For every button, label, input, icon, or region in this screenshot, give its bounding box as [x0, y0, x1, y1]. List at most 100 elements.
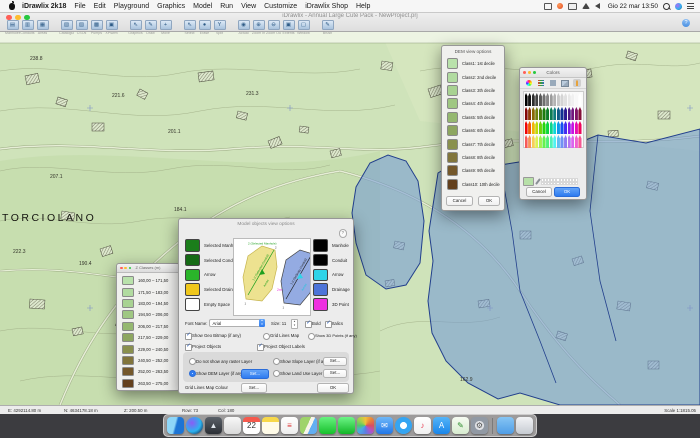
dock-icon-messages[interactable]: [319, 417, 336, 434]
pencil-swatch[interactable]: [525, 93, 528, 106]
toolbar-erase[interactable]: ●Erase: [197, 20, 212, 35]
pencil-swatch[interactable]: [568, 121, 571, 134]
pencil-swatch[interactable]: [539, 121, 542, 134]
pencil-swatch[interactable]: [557, 93, 560, 106]
legend-swatch[interactable]: [122, 379, 134, 388]
pencil-swatch[interactable]: [568, 135, 571, 148]
pencil-swatch[interactable]: [560, 121, 563, 134]
dem-layer-set-button[interactable]: Set...: [241, 369, 269, 379]
app-status-icon[interactable]: [557, 3, 563, 9]
dock-icon-downloads-folder[interactable]: [497, 417, 514, 434]
toolbar-graphics[interactable]: ⇖Graphics: [128, 20, 143, 35]
pencil-swatch[interactable]: [560, 135, 563, 148]
menu-item-model[interactable]: Model: [193, 3, 212, 10]
legend-swatch[interactable]: [122, 356, 134, 365]
colors-title-bar[interactable]: Colors: [520, 68, 586, 78]
pencil-swatch[interactable]: [532, 121, 535, 134]
pencil-swatch[interactable]: [560, 107, 563, 120]
pencil-swatch[interactable]: [542, 107, 545, 120]
pencil-swatch[interactable]: [578, 135, 581, 148]
dem-class-swatch[interactable]: [447, 152, 458, 163]
pencil-swatch[interactable]: [553, 107, 556, 120]
legend-swatch[interactable]: [122, 299, 134, 308]
pencil-swatch[interactable]: [550, 135, 553, 148]
3d-point-swatch[interactable]: [313, 298, 328, 311]
pencil-swatch[interactable]: [564, 135, 567, 148]
pencil-swatch[interactable]: [550, 93, 553, 106]
image-palettes-icon[interactable]: [561, 79, 569, 87]
empty-space-swatch[interactable]: [185, 298, 200, 311]
dem-cancel-button[interactable]: Cancel: [446, 196, 473, 206]
slope-layer-radio[interactable]: [273, 358, 280, 365]
dem-class-swatch[interactable]: [447, 58, 458, 69]
dem-class-swatch[interactable]: [447, 139, 458, 150]
pencil-swatch[interactable]: [546, 121, 549, 134]
close-icon[interactable]: [120, 267, 123, 270]
dem-class-swatch[interactable]: [447, 112, 458, 123]
pencil-swatch[interactable]: [546, 93, 549, 106]
menu-item-customize[interactable]: Customize: [264, 3, 297, 10]
display-icon[interactable]: [568, 3, 577, 10]
pencil-swatch[interactable]: [557, 107, 560, 120]
dock-icon-music[interactable]: ♪: [414, 417, 431, 434]
dem-class-swatch[interactable]: [447, 179, 458, 190]
saved-swatch-cell[interactable]: [575, 182, 578, 185]
toolbar-select[interactable]: ⇖Select: [182, 20, 197, 35]
eyedropper-icon[interactable]: [535, 178, 541, 185]
pencil-swatch[interactable]: [525, 107, 528, 120]
menu-clock[interactable]: Gio 22 mar 13:50: [608, 3, 658, 10]
dem-class-swatch[interactable]: [447, 125, 458, 136]
pencil-swatch[interactable]: [535, 135, 538, 148]
pencil-swatch[interactable]: [542, 121, 545, 134]
landuse-set-button[interactable]: Set...: [323, 369, 347, 378]
pencil-swatch[interactable]: [564, 121, 567, 134]
colors-ok-button[interactable]: OK: [554, 187, 580, 197]
pencil-swatch[interactable]: [525, 121, 528, 134]
toolbar-catalogue[interactable]: ▧Catalogue: [59, 20, 74, 35]
dock-icon-app-store[interactable]: A: [433, 417, 450, 434]
menu-item-playground[interactable]: Playground: [114, 3, 149, 10]
pencil-swatch[interactable]: [578, 121, 581, 134]
slope-set-button[interactable]: Set...: [323, 357, 347, 366]
pencil-swatch[interactable]: [535, 121, 538, 134]
toolbar-brush[interactable]: ✎Brush: [320, 20, 335, 35]
points-3d-radio[interactable]: [308, 333, 315, 340]
toolbar-pumps[interactable]: ▩Pumps: [89, 20, 104, 35]
drainage-swatch[interactable]: [313, 283, 328, 296]
legend-swatch[interactable]: [122, 333, 134, 342]
siri-icon[interactable]: [675, 3, 682, 10]
minimize-icon[interactable]: [528, 71, 531, 74]
pencil-swatch[interactable]: [575, 93, 578, 106]
pencil-swatch[interactable]: [539, 93, 542, 106]
dock-icon-siri[interactable]: [186, 417, 203, 434]
dem-class-swatch[interactable]: [447, 98, 458, 109]
dock-icon-maps[interactable]: [300, 417, 317, 434]
pencil-swatch[interactable]: [571, 121, 574, 134]
toolbar-csos[interactable]: ▨CSOs: [74, 20, 89, 35]
pencil-swatch[interactable]: [539, 135, 542, 148]
geo-bitmap-checkbox[interactable]: [185, 333, 192, 340]
color-wheel-icon[interactable]: [525, 79, 533, 87]
arrow-swatch[interactable]: [313, 269, 328, 282]
model-ok-button[interactable]: OK: [317, 383, 349, 393]
dock-icon-photos[interactable]: [357, 417, 374, 434]
dem-ok-button[interactable]: OK: [478, 196, 500, 206]
dock-icon-idrawlix[interactable]: ✎: [452, 417, 469, 434]
close-icon[interactable]: [523, 71, 526, 74]
grid-colour-set-button[interactable]: Set...: [241, 383, 267, 393]
selected-conduit-swatch[interactable]: [185, 254, 200, 267]
menu-item-file[interactable]: File: [74, 3, 85, 10]
dock-icon-calendar[interactable]: 22: [243, 417, 260, 434]
menu-item-idrawlix-shop[interactable]: iDrawlix Shop: [305, 3, 348, 10]
pencil-swatch[interactable]: [571, 107, 574, 120]
colors-cancel-button[interactable]: Cancel: [526, 187, 552, 197]
pencil-swatch[interactable]: [528, 107, 531, 120]
toolbar-zoom-in[interactable]: ⊕Zoom In: [251, 20, 266, 35]
pencil-swatch[interactable]: [578, 107, 581, 120]
pencil-swatch[interactable]: [575, 107, 578, 120]
help-button[interactable]: ?: [682, 19, 690, 27]
pencil-swatch[interactable]: [546, 107, 549, 120]
manhole-swatch[interactable]: [313, 239, 328, 252]
dem-class-swatch[interactable]: [447, 85, 458, 96]
zoom-icon[interactable]: [533, 71, 536, 74]
